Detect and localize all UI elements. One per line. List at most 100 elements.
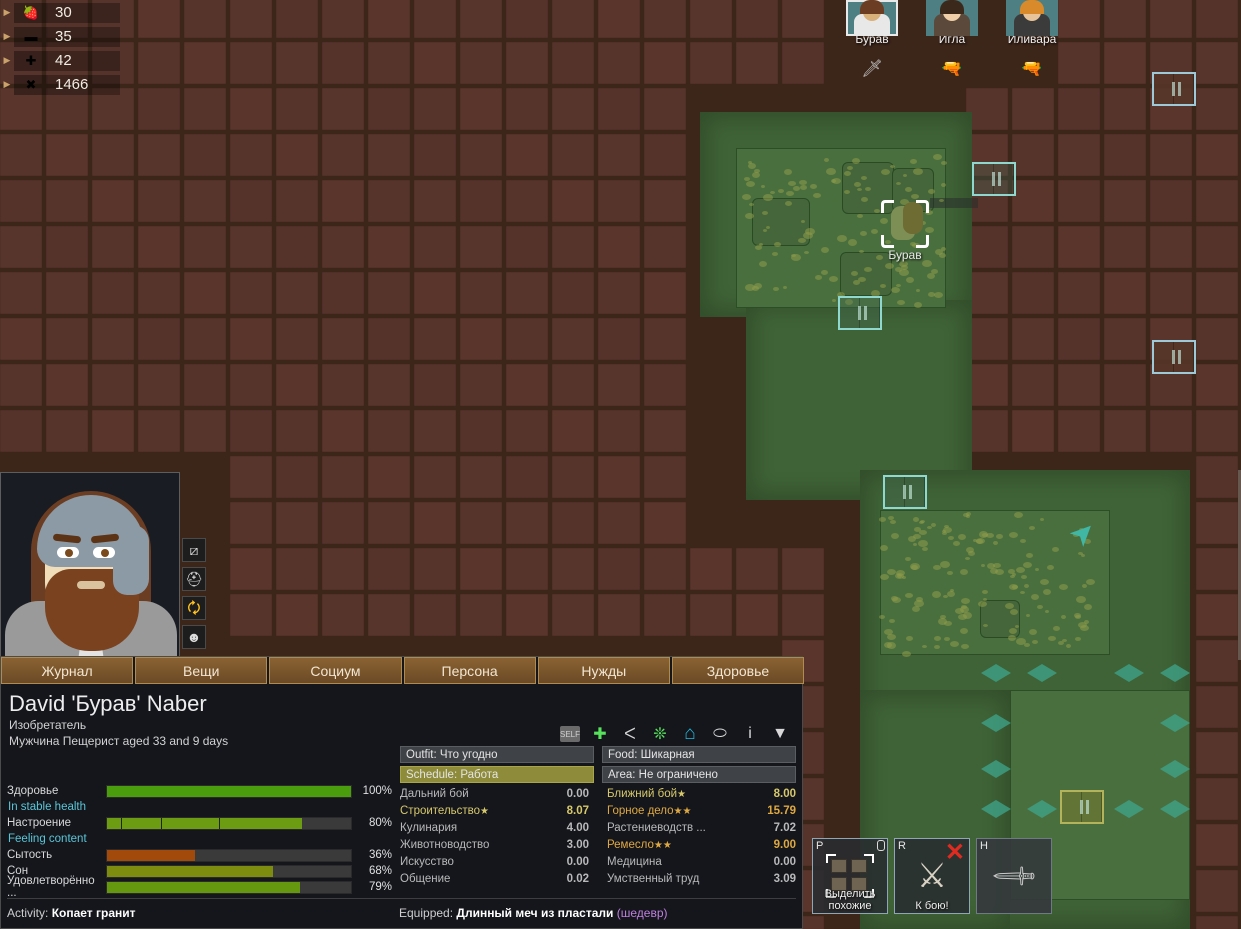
rock-tile[interactable] [1058,0,1100,38]
rock-tile[interactable] [368,0,410,38]
rock-tile[interactable] [1104,226,1146,268]
rock-tile[interactable] [184,410,226,452]
rock-tile[interactable] [1104,410,1146,452]
rock-tile[interactable] [1058,410,1100,452]
rock-tile[interactable] [414,226,456,268]
need-row[interactable]: Здоровье 100% [7,783,392,799]
rock-tile[interactable] [1012,272,1054,314]
rock-tile[interactable] [1104,318,1146,360]
rock-tile[interactable] [276,594,318,636]
rock-tile[interactable] [322,134,364,176]
rock-tile[interactable] [506,364,548,406]
rock-tile[interactable] [644,594,686,636]
colonist-entry[interactable]: Бурав 🗡 [846,0,898,84]
rock-tile[interactable] [460,134,502,176]
rock-tile[interactable] [1058,42,1100,84]
rock-tile[interactable] [1012,88,1054,130]
rock-tile[interactable] [506,456,548,498]
rock-tile[interactable] [276,134,318,176]
rock-tile[interactable] [598,88,640,130]
rock-tile[interactable] [368,180,410,222]
rock-tile[interactable] [1196,134,1238,176]
rock-tile[interactable] [506,226,548,268]
rock-tile[interactable] [1150,180,1192,222]
rock-tile[interactable] [460,88,502,130]
psychology-icon[interactable]: ❊ [650,723,670,745]
rock-tile[interactable] [0,180,42,222]
rock-tile[interactable] [230,88,272,130]
rock-tile[interactable] [230,180,272,222]
rock-tile[interactable] [1196,502,1238,544]
resource-row[interactable]: ▶ 🍓 30 [0,2,120,23]
tab-needs[interactable]: Нужды [537,657,670,684]
rock-tile[interactable] [736,0,778,38]
rock-tile[interactable] [460,410,502,452]
rock-tile[interactable] [690,0,732,38]
rock-tile[interactable] [460,272,502,314]
rock-tile[interactable] [138,88,180,130]
expand-chevron-icon[interactable]: ▼ [770,723,790,745]
rock-tile[interactable] [92,272,134,314]
rock-tile[interactable] [644,88,686,130]
rock-tile[interactable] [736,594,778,636]
rock-tile[interactable] [552,410,594,452]
rock-tile[interactable] [1058,272,1100,314]
rock-tile[interactable] [1196,640,1238,682]
rock-tile[interactable] [598,42,640,84]
resource-row[interactable]: ▶ ▬ 35 [0,26,120,47]
rock-tile[interactable] [1196,594,1238,636]
rock-tile[interactable] [1196,410,1238,452]
rock-tile[interactable] [322,548,364,590]
self-tend-icon[interactable]: SELF [560,726,580,742]
rock-tile[interactable] [1196,0,1238,38]
rock-tile[interactable] [230,318,272,360]
rock-tile[interactable] [46,318,88,360]
rock-tile[interactable] [552,456,594,498]
rock-tile[interactable] [1196,548,1238,590]
headgear-toggle-button[interactable]: ⛑ [182,567,206,591]
rock-tile[interactable] [506,272,548,314]
rock-tile[interactable] [230,272,272,314]
rock-tile[interactable] [644,0,686,38]
rock-tile[interactable] [230,456,272,498]
rock-tile[interactable] [276,42,318,84]
rock-tile[interactable] [368,134,410,176]
rock-tile[interactable] [184,180,226,222]
tab-gear[interactable]: Вещи [135,657,268,684]
rock-tile[interactable] [276,548,318,590]
rock-tile[interactable] [460,318,502,360]
expand-arrow-icon[interactable]: ▶ [0,55,14,66]
rock-tile[interactable] [276,226,318,268]
rock-tile[interactable] [1104,42,1146,84]
rock-tile[interactable] [552,272,594,314]
rock-tile[interactable] [1196,318,1238,360]
rock-tile[interactable] [1150,0,1192,38]
rock-tile[interactable] [322,42,364,84]
rock-tile[interactable] [368,88,410,130]
rock-tile[interactable] [230,594,272,636]
expand-arrow-icon[interactable]: ▶ [0,79,14,90]
rock-tile[interactable] [598,548,640,590]
rock-tile[interactable] [966,88,1008,130]
rock-tile[interactable] [1196,226,1238,268]
rock-tile[interactable] [368,42,410,84]
rock-tile[interactable] [598,180,640,222]
rock-tile[interactable] [460,42,502,84]
rock-tile[interactable] [0,272,42,314]
colonist-portrait[interactable] [846,0,898,36]
rock-tile[interactable] [184,0,226,38]
rock-tile[interactable] [1150,410,1192,452]
rock-tile[interactable] [966,272,1008,314]
rock-tile[interactable] [1196,870,1238,912]
rock-tile[interactable] [92,410,134,452]
rock-tile[interactable] [138,180,180,222]
assignment-controls[interactable]: Outfit: Что угодно Food: Шикарная Schedule… [400,746,796,786]
rock-tile[interactable] [736,42,778,84]
rock-tile[interactable] [552,0,594,38]
resource-row[interactable]: ▶ ✖ 1466 [0,74,120,95]
rock-tile[interactable] [552,548,594,590]
rock-tile[interactable] [1196,42,1238,84]
outfit-dropdown[interactable]: Outfit: Что угодно [400,746,594,763]
rock-tile[interactable] [644,548,686,590]
rock-tile[interactable] [276,502,318,544]
